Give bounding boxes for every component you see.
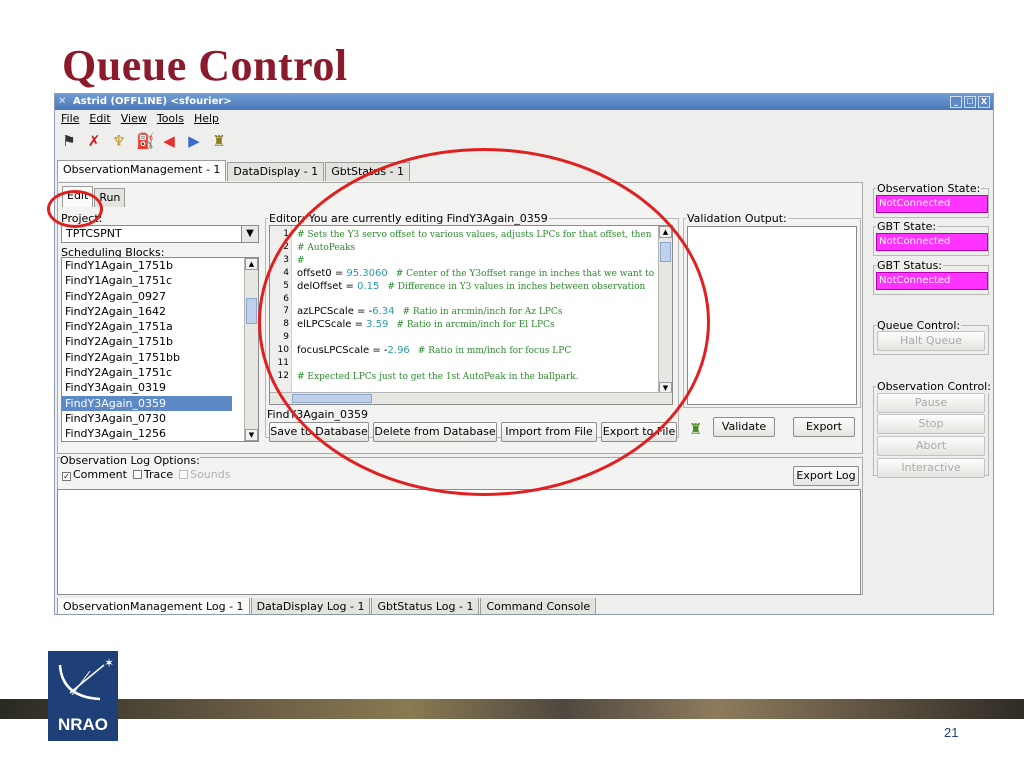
observation-state-label: Observation State: (876, 182, 982, 195)
gbt-state-badge: NotConnected (876, 233, 988, 251)
log-option-label: Comment (73, 468, 127, 481)
menu-bar: File Edit View Tools Help (55, 111, 993, 127)
nrao-dish-icon: ✶ (58, 656, 114, 701)
delete-x-icon[interactable]: ✗ (86, 132, 102, 150)
window-title: Astrid (OFFLINE) <sfourier> (73, 96, 232, 107)
dish-icon[interactable]: ♆ (111, 132, 127, 150)
export-button[interactable]: Export (793, 417, 855, 437)
menu-edit[interactable]: Edit (89, 111, 110, 127)
close-icon[interactable]: X (978, 96, 990, 108)
page-number: 21 (944, 725, 959, 740)
list-item[interactable]: FindY2Again_1751c (62, 365, 258, 380)
validation-output-label: Validation Output: (686, 212, 788, 225)
bottle-icon: ♜ (689, 420, 703, 438)
chevron-down-icon[interactable]: ▼ (241, 225, 259, 243)
observation-log-options-label: Observation Log Options: (60, 454, 200, 467)
validate-button[interactable]: Validate (713, 417, 775, 437)
stop-button[interactable]: Stop (877, 414, 985, 434)
scroll-up-icon[interactable]: ▲ (245, 258, 258, 270)
log-option-1[interactable]: Trace (132, 468, 174, 481)
tab-observation-management[interactable]: ObservationManagement - 1 (57, 160, 227, 181)
bottle-icon[interactable]: ♜ (211, 132, 227, 150)
observation-control-label: Observation Control: (876, 380, 992, 393)
list-item[interactable]: FindY3Again_0319 (62, 380, 258, 395)
pause-button[interactable]: Pause (877, 393, 985, 413)
checkbox-icon[interactable] (179, 470, 189, 479)
minimize-icon[interactable]: _ (950, 96, 962, 108)
tab-data-display[interactable]: DataDisplay - 1 (227, 162, 325, 181)
gbt-state-label: GBT State: (876, 220, 938, 233)
observation-state-badge: NotConnected (876, 195, 988, 213)
abort-button[interactable]: Abort (877, 436, 985, 456)
flag-icon[interactable]: ⚑ (61, 132, 77, 150)
project-combo[interactable]: TPTCSPNT (61, 225, 259, 243)
list-item[interactable]: FindY2Again_1751a (62, 319, 258, 334)
footer-band (0, 699, 1024, 719)
checkbox-icon[interactable] (132, 470, 142, 479)
checkbox-icon[interactable]: ✓ (62, 472, 71, 481)
list-item[interactable]: FindY3Again_0359 (62, 395, 232, 411)
tab-log-3[interactable]: Command Console (480, 598, 597, 614)
log-option-2[interactable]: Sounds (179, 468, 230, 481)
scheduling-blocks-scrollbar[interactable]: ▲ ▼ (244, 258, 258, 441)
back-arrow-icon[interactable]: ◀ (161, 132, 177, 150)
slide-title: Queue Control (62, 41, 348, 90)
list-item[interactable]: FindY3Again_0730 (62, 411, 258, 426)
scroll-down-icon[interactable]: ▼ (245, 429, 258, 441)
nrao-logo: ✶ NRAO (48, 651, 118, 741)
list-item[interactable]: FindY1Again_1751c (62, 273, 258, 288)
halt-queue-button[interactable]: Halt Queue (877, 331, 985, 351)
log-option-label: Trace (143, 468, 174, 481)
list-item[interactable]: FindY2Again_0927 (62, 289, 258, 304)
tab-log-0[interactable]: ObservationManagement Log - 1 (57, 598, 250, 614)
gbt-status-badge: NotConnected (876, 272, 988, 290)
log-option-label: Sounds (190, 468, 231, 481)
menu-tools[interactable]: Tools (157, 111, 184, 127)
log-option-0[interactable]: ✓ Comment (62, 468, 127, 481)
highlight-circle-edit-tab (47, 190, 103, 228)
gbt-status-label: GBT Status: (876, 259, 944, 272)
list-item[interactable]: FindY2Again_1751bb (62, 350, 258, 365)
svg-text:✶: ✶ (104, 656, 114, 670)
interactive-button[interactable]: Interactive (877, 458, 985, 478)
toolbar: ⚑ ✗ ♆ ⛽ ◀ ▶ ♜ (55, 130, 993, 152)
tab-log-1[interactable]: DataDisplay Log - 1 (250, 598, 371, 614)
menu-view[interactable]: View (121, 111, 147, 127)
tab-log-2[interactable]: GbtStatus Log - 1 (371, 598, 480, 614)
list-item[interactable]: FindY2Again_1751b (62, 334, 258, 349)
nrao-logo-text: NRAO (57, 715, 109, 734)
window-titlebar[interactable]: ✕ Astrid (OFFLINE) <sfourier> _ ☐ X (55, 94, 993, 110)
list-item[interactable]: FindY3Again_1256 (62, 426, 258, 441)
highlight-circle-editor (258, 148, 710, 496)
list-item[interactable]: FindY1Again_1751b (62, 258, 258, 273)
scheduling-blocks-list: FindY1Again_1751b FindY1Again_1751c FindY2… (61, 257, 259, 442)
pipe-icon[interactable]: ⛽ (136, 132, 155, 150)
astrid-app-icon: ✕ (58, 96, 67, 107)
export-log-button[interactable]: Export Log (793, 466, 859, 486)
observation-log-area[interactable] (57, 489, 861, 595)
scrollbar-thumb[interactable] (246, 298, 257, 324)
list-item[interactable]: FindY2Again_1642 (62, 304, 258, 319)
validation-output (687, 226, 857, 405)
menu-file[interactable]: File (61, 111, 79, 127)
maximize-icon[interactable]: ☐ (964, 96, 976, 108)
menu-help[interactable]: Help (194, 111, 219, 127)
forward-arrow-icon[interactable]: ▶ (186, 132, 202, 150)
